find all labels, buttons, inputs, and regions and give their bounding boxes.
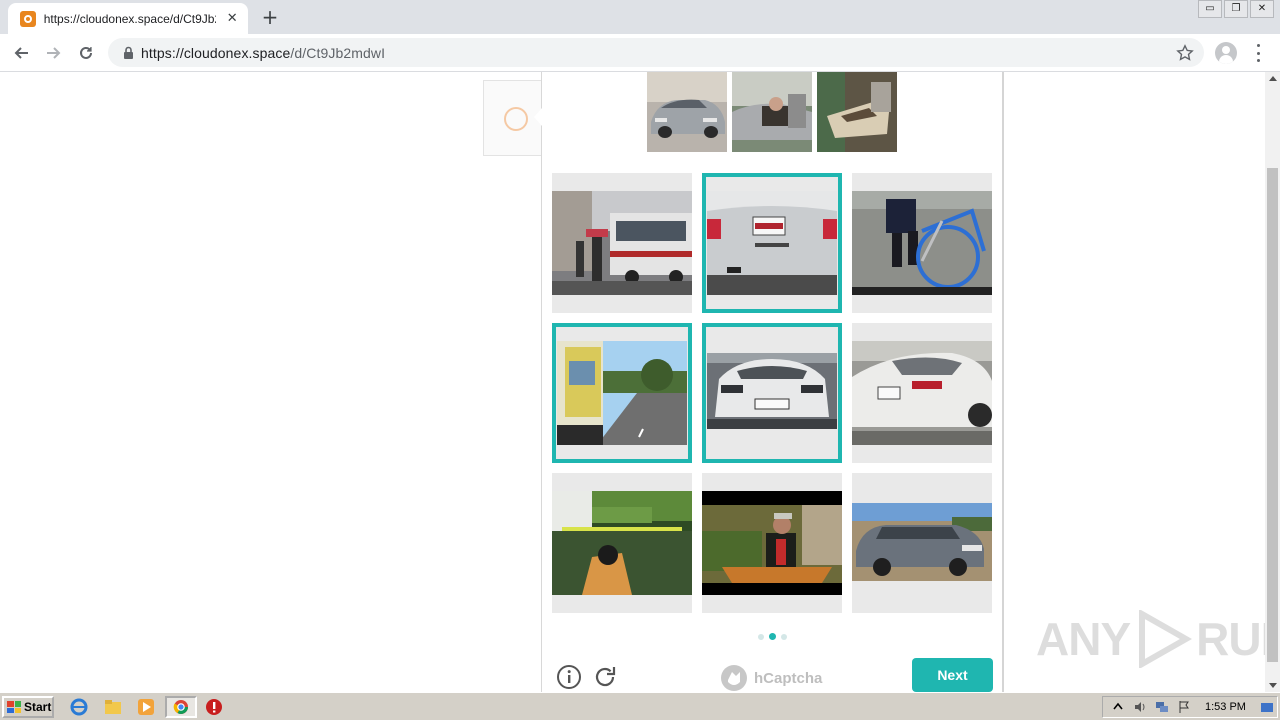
new-tab-button[interactable]: + bbox=[258, 6, 282, 30]
grid-tile-white-car-front[interactable] bbox=[702, 323, 842, 463]
folder-icon[interactable] bbox=[104, 698, 122, 716]
example-image bbox=[817, 72, 897, 152]
refresh-icon[interactable] bbox=[592, 664, 618, 690]
minimize-button[interactable]: ▭ bbox=[1198, 0, 1222, 18]
chrome-icon bbox=[173, 700, 188, 714]
network-icon[interactable] bbox=[1155, 700, 1169, 714]
hcaptcha-brand: hCaptcha bbox=[720, 664, 822, 692]
tray-expand-icon[interactable] bbox=[1111, 700, 1125, 714]
internet-explorer-icon[interactable] bbox=[70, 698, 88, 716]
grid-tile-street-bus[interactable] bbox=[552, 173, 692, 313]
start-button[interactable]: Start bbox=[2, 696, 54, 718]
reload-icon bbox=[80, 46, 92, 59]
browser-menu-icon[interactable] bbox=[1252, 44, 1264, 62]
tab-title: https://cloudonex.space/d/Ct9Jb2mdwI bbox=[43, 11, 217, 26]
image-grid bbox=[552, 173, 992, 613]
grid-tile-car-rear-plate[interactable] bbox=[702, 173, 842, 313]
panel-pointer bbox=[534, 108, 542, 126]
grid-tile-white-sedan-rear[interactable] bbox=[852, 323, 992, 463]
page-dot[interactable] bbox=[758, 633, 764, 640]
address-bar[interactable]: https://cloudonex.space/d/Ct9Jb2mdwI bbox=[108, 38, 1204, 67]
bookmark-star-icon[interactable] bbox=[1176, 44, 1194, 62]
back-button[interactable] bbox=[8, 40, 34, 66]
loading-spinner-icon bbox=[504, 107, 528, 131]
arrow-right-icon bbox=[47, 47, 61, 59]
browser-tab-strip: https://cloudonex.space/d/Ct9Jb2mdwI ✕ +… bbox=[0, 0, 1280, 34]
arrow-left-icon bbox=[14, 47, 28, 59]
page-dot[interactable] bbox=[781, 633, 787, 640]
close-window-button[interactable]: ✕ bbox=[1250, 0, 1274, 18]
window-controls: ▭ ❐ ✕ bbox=[1198, 0, 1274, 18]
example-image bbox=[732, 72, 812, 152]
page-viewport: hCaptcha Next ANY RUN bbox=[0, 72, 1265, 692]
windows-flag-icon bbox=[7, 701, 21, 713]
stop-alert-icon[interactable] bbox=[205, 698, 223, 716]
grid-tile-grey-sedan[interactable] bbox=[852, 473, 992, 613]
captcha-challenge-panel: hCaptcha Next bbox=[534, 72, 1004, 692]
scroll-down-icon[interactable] bbox=[1269, 683, 1277, 688]
scroll-up-icon[interactable] bbox=[1269, 76, 1277, 81]
page-scrollbar[interactable] bbox=[1265, 72, 1280, 692]
profile-avatar-icon[interactable] bbox=[1215, 42, 1237, 64]
system-tray: 1:53 PM bbox=[1102, 696, 1278, 718]
browser-toolbar: https://cloudonex.space/d/Ct9Jb2mdwI bbox=[0, 34, 1280, 72]
watermark-left: ANY bbox=[1036, 613, 1131, 665]
watermark-right: RUN bbox=[1196, 613, 1265, 665]
forward-button[interactable] bbox=[41, 40, 67, 66]
hcaptcha-logo-icon bbox=[721, 665, 747, 691]
info-icon[interactable] bbox=[556, 664, 582, 690]
page-indicator bbox=[758, 633, 787, 640]
page-dot-active[interactable] bbox=[769, 633, 776, 640]
lock-icon[interactable] bbox=[121, 46, 135, 60]
url-path: /d/Ct9Jb2mdwI bbox=[290, 44, 386, 61]
grid-tile-truck-highway[interactable] bbox=[552, 323, 692, 463]
grid-tile-man-in-boat[interactable] bbox=[702, 473, 842, 613]
action-center-flag-icon[interactable] bbox=[1177, 700, 1191, 714]
site-favicon-icon bbox=[20, 10, 36, 27]
next-button[interactable]: Next bbox=[912, 658, 993, 692]
example-images bbox=[647, 72, 897, 152]
chrome-taskbar-button[interactable] bbox=[165, 696, 197, 718]
brand-name: hCaptcha bbox=[754, 669, 823, 687]
play-triangle-icon bbox=[1139, 610, 1193, 668]
reload-button[interactable] bbox=[73, 40, 99, 66]
start-label: Start bbox=[24, 700, 52, 714]
media-player-icon[interactable] bbox=[137, 698, 155, 716]
volume-icon[interactable] bbox=[1133, 700, 1147, 714]
url-text: https://cloudonex.space/d/Ct9Jb2mdwI bbox=[141, 45, 385, 61]
browser-tab[interactable]: https://cloudonex.space/d/Ct9Jb2mdwI ✕ bbox=[8, 3, 248, 34]
restore-button[interactable]: ❐ bbox=[1224, 0, 1248, 18]
tab-close-icon[interactable]: ✕ bbox=[224, 11, 240, 26]
example-image bbox=[647, 72, 727, 152]
captcha-footer-tools bbox=[556, 664, 618, 690]
windows-taskbar: Start 1:53 PM bbox=[0, 692, 1280, 720]
url-host: https://cloudonex.space bbox=[141, 44, 291, 61]
anyrun-watermark: ANY RUN bbox=[1036, 610, 1265, 668]
grid-tile-bicycle-repair[interactable] bbox=[852, 173, 992, 313]
scroll-thumb[interactable] bbox=[1267, 168, 1278, 662]
show-desktop-icon[interactable] bbox=[1260, 700, 1274, 714]
grid-tile-kayak-canal[interactable] bbox=[552, 473, 692, 613]
taskbar-clock[interactable]: 1:53 PM bbox=[1205, 701, 1246, 713]
